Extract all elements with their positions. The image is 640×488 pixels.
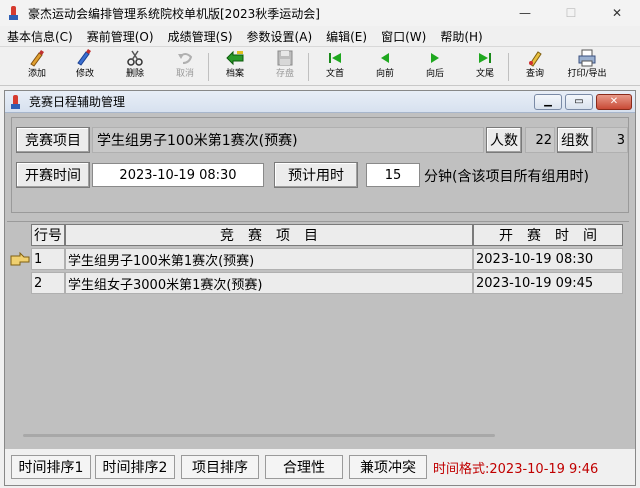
start-time-input[interactable]: 2023-10-19 08:30 bbox=[92, 163, 264, 187]
window-torch-icon bbox=[9, 94, 23, 109]
maximize-button[interactable]: ☐ bbox=[548, 0, 594, 26]
print-export-button[interactable]: 打印/导出 bbox=[564, 49, 610, 85]
scissors-icon bbox=[125, 49, 145, 67]
table-row-1-event[interactable]: 学生组男子100米第1赛次(预赛) bbox=[65, 248, 473, 270]
sort-by-time-1-button[interactable]: 时间排序1 bbox=[11, 455, 91, 479]
schedule-window-titlebar: 竞赛日程辅助管理 ▁ ▭ ✕ bbox=[5, 91, 635, 113]
minimize-button[interactable]: — bbox=[502, 0, 548, 26]
cancel-button[interactable]: 取消 bbox=[162, 49, 208, 85]
close-button[interactable]: ✕ bbox=[594, 0, 640, 26]
current-row-pointer-icon bbox=[9, 248, 31, 270]
child-restore-button[interactable]: ▭ bbox=[565, 93, 593, 110]
table-row-2-event[interactable]: 学生组女子3000米第1赛次(预赛) bbox=[65, 272, 473, 294]
next-record-button[interactable]: 向后 bbox=[412, 49, 458, 85]
toolbar-separator bbox=[308, 53, 309, 81]
event-field[interactable]: 学生组男子100米第1赛次(预赛) bbox=[92, 127, 484, 153]
people-count-button[interactable]: 人数 bbox=[486, 127, 522, 153]
validity-check-button[interactable]: 合理性 bbox=[265, 455, 343, 479]
menu-params[interactable]: 参数设置(A) bbox=[240, 28, 320, 45]
menu-basic-info[interactable]: 基本信息(C) bbox=[0, 28, 80, 45]
child-close-button[interactable]: ✕ bbox=[596, 93, 632, 110]
last-record-button[interactable]: 文尾 bbox=[462, 49, 508, 85]
bottom-button-bar: 时间排序1 时间排序2 项目排序 合理性 兼项冲突 时间格式:2023-10-1… bbox=[5, 449, 635, 485]
start-time-button[interactable]: 开赛时间 bbox=[16, 162, 90, 188]
table-row-2-no[interactable]: 2 bbox=[31, 272, 65, 294]
save-button[interactable]: 存盘 bbox=[262, 49, 308, 85]
schedule-grid: 行号 竞 赛 项 目 开 赛 时 间 1 学生组男子100米第1赛次(预赛) 2… bbox=[7, 221, 629, 439]
child-minimize-button[interactable]: ▁ bbox=[534, 93, 562, 110]
toolbar-separator bbox=[208, 53, 209, 81]
grid-header-row-no[interactable]: 行号 bbox=[31, 224, 65, 246]
horizontal-scrollbar[interactable] bbox=[23, 434, 495, 437]
last-record-icon bbox=[475, 49, 495, 67]
undo-icon bbox=[175, 49, 195, 67]
schedule-window-title: 竞赛日程辅助管理 bbox=[29, 95, 126, 109]
group-count-field[interactable]: 3 bbox=[596, 127, 628, 153]
group-count-button[interactable]: 组数 bbox=[557, 127, 593, 153]
table-row-2-time[interactable]: 2023-10-19 09:45 bbox=[473, 272, 623, 294]
app-torch-icon bbox=[6, 5, 22, 21]
menu-edit[interactable]: 编辑(E) bbox=[319, 28, 374, 45]
menu-help[interactable]: 帮助(H) bbox=[433, 28, 489, 45]
grid-header-start-time[interactable]: 开 赛 时 间 bbox=[473, 224, 623, 246]
first-record-icon bbox=[325, 49, 345, 67]
add-button[interactable]: 添加 bbox=[14, 49, 60, 85]
delete-button[interactable]: 删除 bbox=[112, 49, 158, 85]
menu-bar: 基本信息(C) 赛前管理(O) 成绩管理(S) 参数设置(A) 编辑(E) 窗口… bbox=[0, 26, 640, 46]
edit-icon bbox=[75, 49, 95, 67]
window-title: 豪杰运动会编排管理系统院校单机版[2023秋季运动会] bbox=[28, 6, 320, 21]
duration-unit-label: 分钟(含该项目所有组用时) bbox=[424, 169, 589, 185]
event-button[interactable]: 竞赛项目 bbox=[16, 127, 90, 153]
schedule-window: 竞赛日程辅助管理 ▁ ▭ ✕ 竞赛项目 学生组男子100米第1赛次(预赛) 人数… bbox=[4, 90, 636, 486]
previous-record-button[interactable]: 向前 bbox=[362, 49, 408, 85]
time-format-label: 时间格式:2023-10-19 9:46 bbox=[433, 462, 599, 477]
query-icon bbox=[525, 49, 545, 67]
archive-button[interactable]: 档案 bbox=[212, 49, 258, 85]
sort-by-event-button[interactable]: 项目排序 bbox=[181, 455, 259, 479]
edit-button[interactable]: 修改 bbox=[62, 49, 108, 85]
grid-header-event[interactable]: 竞 赛 项 目 bbox=[65, 224, 473, 246]
add-icon bbox=[27, 49, 47, 67]
menu-pre-match[interactable]: 赛前管理(O) bbox=[80, 28, 161, 45]
sort-by-time-2-button[interactable]: 时间排序2 bbox=[95, 455, 175, 479]
duration-input[interactable]: 15 bbox=[366, 163, 420, 187]
estimated-duration-button[interactable]: 预计用时 bbox=[274, 162, 358, 188]
first-record-button[interactable]: 文首 bbox=[312, 49, 358, 85]
floppy-disk-icon bbox=[275, 49, 295, 67]
menu-window[interactable]: 窗口(W) bbox=[374, 28, 433, 45]
title-bar: 豪杰运动会编排管理系统院校单机版[2023秋季运动会] — ☐ ✕ bbox=[0, 0, 640, 26]
menu-results[interactable]: 成绩管理(S) bbox=[161, 28, 240, 45]
toolbar-separator bbox=[508, 53, 509, 81]
printer-icon bbox=[577, 49, 597, 67]
table-row-1-no[interactable]: 1 bbox=[31, 248, 65, 270]
next-record-icon bbox=[425, 49, 445, 67]
toolbar: 添加 修改 删除 取消 档案 存盘 文首 向前 向后 文尾 查询 打印/导出 bbox=[0, 46, 640, 86]
people-count-field[interactable]: 22 bbox=[525, 127, 555, 153]
table-row-1-time[interactable]: 2023-10-19 08:30 bbox=[473, 248, 623, 270]
control-panel: 竞赛项目 学生组男子100米第1赛次(预赛) 人数 22 组数 3 开赛时间 2… bbox=[11, 117, 629, 213]
archive-icon bbox=[225, 49, 245, 67]
query-button[interactable]: 查询 bbox=[512, 49, 558, 85]
previous-record-icon bbox=[375, 49, 395, 67]
event-conflict-button[interactable]: 兼项冲突 bbox=[349, 455, 427, 479]
